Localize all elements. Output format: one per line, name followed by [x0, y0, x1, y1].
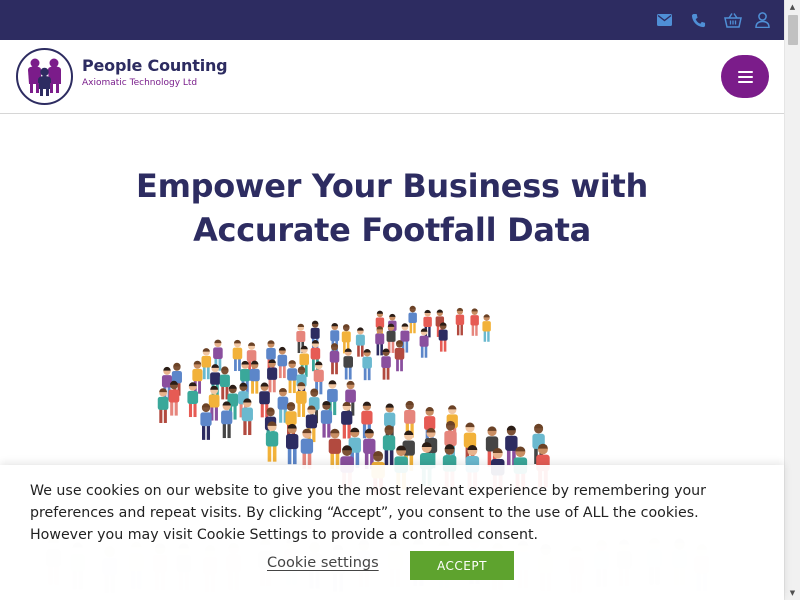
crowd-person: [300, 428, 314, 469]
crowd-person: [285, 423, 299, 465]
crowd-person: [241, 398, 253, 436]
crowd-person: [444, 420, 457, 462]
crowd-person: [265, 421, 279, 462]
crowd-person: [221, 401, 233, 439]
crowd-person: [362, 349, 372, 381]
family-icon[interactable]: [16, 48, 73, 105]
basket-icon[interactable]: [724, 11, 742, 29]
scroll-up-arrow-icon[interactable]: ▲: [785, 0, 800, 14]
cookie-consent-banner: We use cookies on our website to give yo…: [0, 465, 784, 600]
crowd-person: [381, 348, 391, 380]
envelope-icon[interactable]: [655, 11, 673, 29]
crowd-person: [295, 382, 307, 417]
title-line-2: Accurate Footfall Data: [193, 211, 591, 249]
hamburger-icon[interactable]: [721, 55, 769, 98]
site-header: People Counting Axiomatic Technology Ltd: [0, 40, 784, 114]
crowd-person: [329, 343, 340, 375]
crowd-person: [287, 360, 298, 394]
crowd-person: [267, 359, 278, 393]
brand-name[interactable]: People Counting: [82, 56, 228, 75]
crowd-person: [438, 322, 448, 352]
top-utility-bar: [0, 0, 784, 40]
crowd-person: [419, 328, 429, 358]
crowd-person: [455, 307, 465, 336]
scroll-down-arrow-icon[interactable]: ▼: [785, 586, 800, 600]
crowd-person: [482, 314, 491, 342]
crowd-person: [355, 327, 365, 357]
crowd-person: [246, 342, 257, 374]
page-title: Empower Your Business with Accurate Foot…: [92, 164, 692, 252]
user-icon[interactable]: [753, 11, 771, 29]
crowd-person: [232, 339, 243, 372]
cookie-settings-link[interactable]: Cookie settings: [267, 555, 379, 571]
crowd-person: [157, 388, 169, 423]
crowd-person: [327, 380, 338, 416]
crowd-person: [386, 323, 396, 353]
page-scrollbar[interactable]: ▲ ▼: [784, 0, 800, 600]
crowd-person: [394, 340, 405, 372]
crowd-person: [249, 360, 260, 394]
cookie-message: We use cookies on our website to give yo…: [30, 483, 707, 543]
crowd-person: [168, 380, 180, 416]
phone-icon[interactable]: [689, 11, 707, 29]
crowd-person: [200, 403, 212, 440]
crowd-person: [382, 425, 396, 466]
crowd-person: [328, 428, 342, 469]
crowd-person: [343, 348, 353, 380]
scroll-thumb[interactable]: [788, 15, 798, 45]
crowd-person: [201, 348, 212, 380]
crowd-person: [470, 308, 479, 336]
crowd-person: [187, 382, 199, 418]
brand-tagline: Axiomatic Technology Ltd: [82, 78, 198, 88]
crowd-person: [320, 400, 333, 438]
crowd-person: [408, 305, 417, 334]
crowd-person: [277, 346, 288, 379]
title-line-1: Empower Your Business with: [136, 167, 648, 205]
accept-cookies-button[interactable]: ACCEPT: [410, 551, 514, 580]
